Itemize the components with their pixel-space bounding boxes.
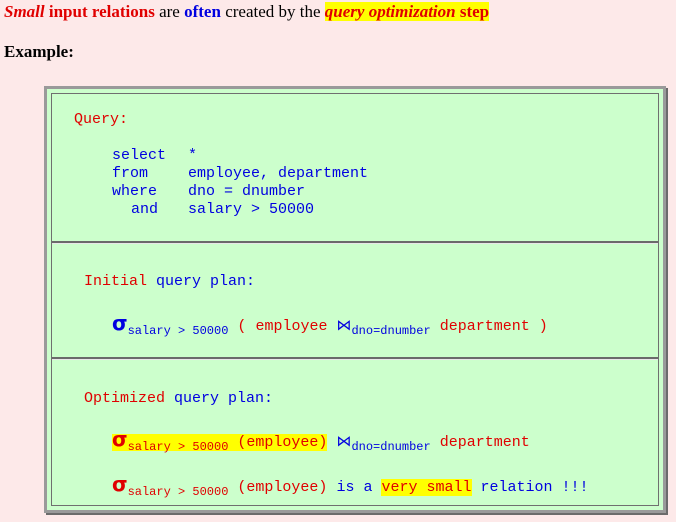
section-divider-2 <box>52 357 658 360</box>
initial-sigma-condition: salary > 50000 <box>127 324 229 338</box>
note-sigma-symbol: σ <box>112 472 128 496</box>
query-kw-where: where <box>112 183 158 200</box>
initial-department: department <box>439 318 530 335</box>
optimized-sigma-condition: salary > 50000 <box>127 440 229 454</box>
query-kw-and: and <box>131 201 159 218</box>
initial-plan-expression: σsalary > 50000 ( employee ⋈dno=dnumber … <box>112 311 548 338</box>
optimized-sigma-symbol: σ <box>112 427 128 451</box>
query-kw-select: select <box>112 147 167 164</box>
example-label: Example: <box>4 42 74 61</box>
query-val-and: salary > 50000 <box>188 201 315 218</box>
note-relation: relation !!! <box>480 479 589 496</box>
initial-plan-label-a: Initial <box>84 273 148 290</box>
optimized-note: σsalary > 50000 (employee) is a very sma… <box>112 472 589 499</box>
headline: Small input relations are often created … <box>4 2 490 22</box>
headline-input-relations: input relations <box>48 2 155 21</box>
optimized-department: department <box>439 434 530 451</box>
optimized-plan-expression: σsalary > 50000 (employee) ⋈dno=dnumber … <box>112 427 530 454</box>
initial-close-paren: ) <box>538 318 548 335</box>
headline-step: step <box>459 2 490 21</box>
example-box-inner: Query: select * from employee, departmen… <box>51 93 659 506</box>
headline-often: often <box>184 2 221 21</box>
note-sigma-condition: salary > 50000 <box>127 485 229 499</box>
optimized-join-symbol: ⋈ <box>336 432 352 450</box>
headline-small: Small <box>4 2 45 21</box>
query-val-select: * <box>188 147 198 164</box>
query-val-from: employee, department <box>188 165 369 182</box>
optimized-selection-highlight: σsalary > 50000 (employee) <box>112 427 328 454</box>
example-box: Query: select * from employee, departmen… <box>44 86 666 513</box>
initial-join-condition: dno=dnumber <box>351 324 431 338</box>
headline-query-optimization-text: query optimization <box>324 2 456 21</box>
optimized-plan-label-b: query plan: <box>174 390 274 407</box>
query-kw-from: from <box>112 165 149 182</box>
initial-sigma-symbol: σ <box>112 311 128 335</box>
optimized-join-condition: dno=dnumber <box>351 440 431 454</box>
query-label: Query: <box>74 111 129 128</box>
optimized-plan-label-a: Optimized <box>84 390 166 407</box>
headline-are: are <box>159 2 180 21</box>
initial-plan-label-b: query plan: <box>156 273 256 290</box>
initial-employee: employee <box>255 318 328 335</box>
note-employee: (employee) <box>237 479 328 496</box>
headline-created-by: created by the <box>225 2 321 21</box>
headline-query-optimization: query optimization step <box>324 2 490 21</box>
note-very-small: very small <box>381 479 472 496</box>
optimized-employee: (employee) <box>237 434 328 451</box>
note-is-a: is a <box>336 479 373 496</box>
initial-open-paren: ( <box>237 318 247 335</box>
initial-join-symbol: ⋈ <box>336 316 352 334</box>
section-divider-1 <box>52 241 658 244</box>
initial-plan-label: Initial query plan: <box>84 273 255 290</box>
optimized-plan-label: Optimized query plan: <box>84 390 273 407</box>
query-val-where: dno = dnumber <box>188 183 306 200</box>
